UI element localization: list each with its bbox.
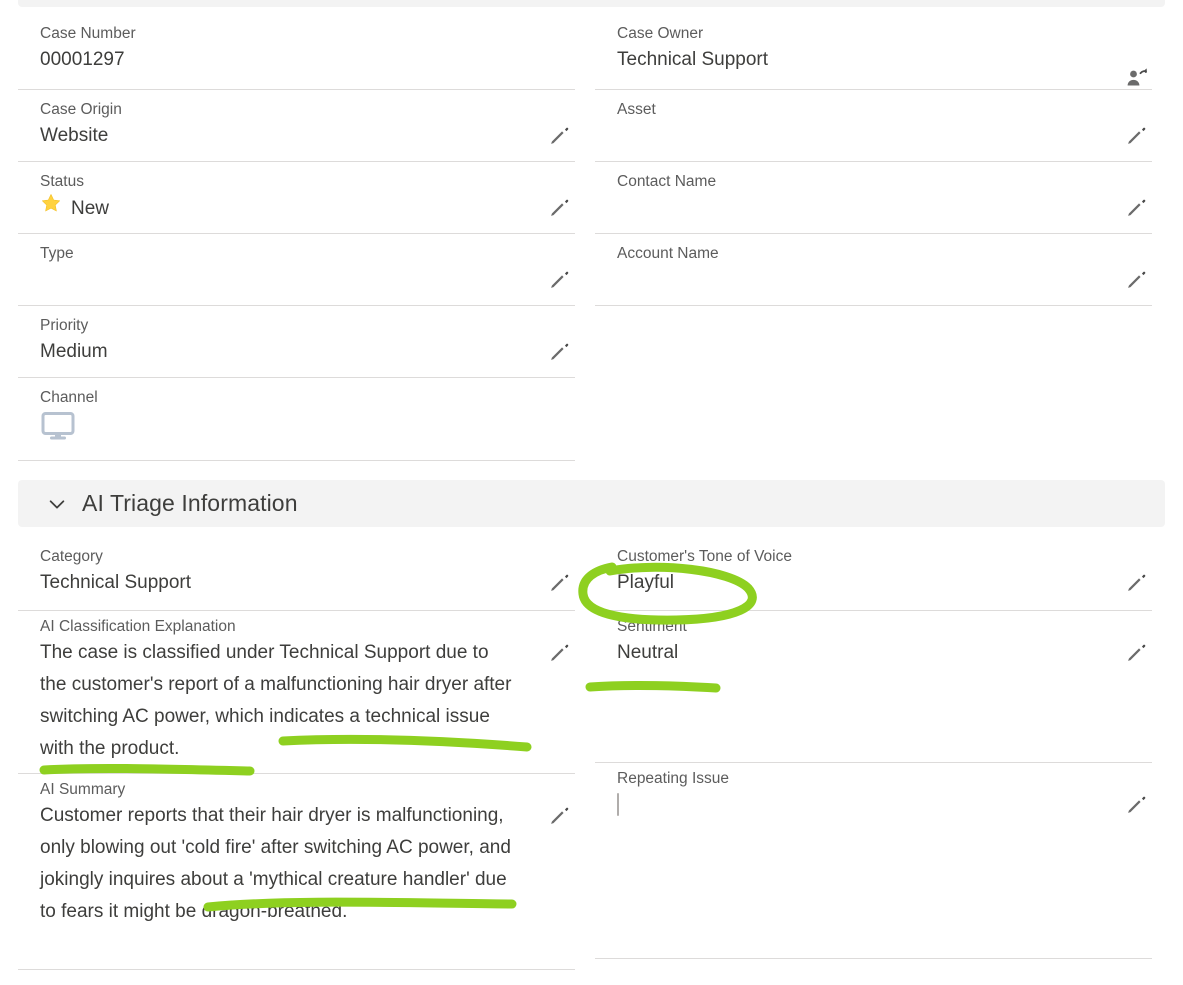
field-label: Account Name	[617, 245, 719, 262]
field-label: Case Number	[40, 25, 136, 42]
pencil-icon[interactable]	[547, 338, 573, 364]
pencil-icon[interactable]	[1124, 122, 1150, 148]
field-repeating-issue: Repeating Issue	[595, 763, 1152, 959]
field-sentiment: Sentiment Neutral	[595, 611, 1152, 763]
field-value	[617, 120, 1108, 152]
status-value-text: New	[71, 197, 110, 219]
field-ai-summary: AI Summary Customer reports that their h…	[18, 774, 575, 970]
field-value: Technical Support	[40, 572, 192, 593]
pencil-icon[interactable]	[1124, 791, 1150, 817]
field-channel: Channel	[18, 378, 575, 461]
field-label: Case Owner	[617, 25, 704, 42]
field-value	[617, 264, 1108, 296]
pencil-icon[interactable]	[547, 266, 573, 292]
field-value: 00001297	[40, 49, 125, 70]
pencil-icon[interactable]	[547, 802, 573, 828]
pencil-icon[interactable]	[547, 569, 573, 595]
field-label: AI Summary	[40, 781, 126, 798]
field-contact-name: Contact Name	[595, 162, 1152, 234]
field-value: Website	[40, 125, 109, 146]
section-title: AI Triage Information	[82, 490, 298, 516]
field-account-name: Account Name	[595, 234, 1152, 306]
pencil-icon[interactable]	[1124, 266, 1150, 292]
pencil-icon[interactable]	[547, 639, 573, 665]
field-label: Sentiment	[617, 618, 687, 635]
field-category: Category Technical Support	[18, 543, 575, 611]
field-value	[617, 789, 1108, 821]
field-value: Technical Support	[617, 49, 769, 70]
field-value: The case is classified under Technical S…	[40, 642, 512, 759]
field-label: Status	[40, 173, 84, 190]
field-value: Playful	[617, 572, 675, 593]
field-ai-classification-explanation: AI Classification Explanation The case i…	[18, 611, 575, 774]
field-label: Type	[40, 245, 74, 262]
field-value	[617, 192, 1108, 224]
field-case-owner: Case Owner Technical Support	[595, 12, 1152, 90]
field-value: Medium	[40, 341, 108, 362]
field-label: Case Origin	[40, 101, 122, 118]
ai-triage-left-column: Category Technical Support AI Classifica…	[18, 543, 575, 970]
field-label: Asset	[617, 101, 656, 118]
field-value: Customer reports that their hair dryer i…	[40, 805, 511, 922]
field-status: Status New	[18, 162, 575, 234]
field-label: Contact Name	[617, 173, 717, 190]
record-details-right-column: Case Owner Technical Support Asset Conta…	[595, 12, 1152, 306]
field-label: Repeating Issue	[617, 770, 730, 787]
record-details-left-column: Case Number 00001297 Case Origin Website…	[18, 12, 575, 461]
field-asset: Asset	[595, 90, 1152, 162]
field-value	[40, 411, 531, 452]
field-case-origin: Case Origin Website	[18, 90, 575, 162]
field-label: Channel	[40, 389, 98, 406]
field-label: Category	[40, 548, 103, 565]
pencil-icon[interactable]	[1124, 194, 1150, 220]
pencil-icon[interactable]	[547, 122, 573, 148]
pencil-icon[interactable]	[1124, 639, 1150, 665]
field-label: Priority	[40, 317, 89, 334]
field-priority: Priority Medium	[18, 306, 575, 378]
field-value: New	[40, 192, 531, 225]
field-label: AI Classification Explanation	[40, 618, 236, 635]
field-type: Type	[18, 234, 575, 306]
field-label: Customer's Tone of Voice	[617, 548, 792, 565]
section-header-ai-triage-information[interactable]: AI Triage Information	[18, 480, 1165, 527]
field-customers-tone-of-voice: Customer's Tone of Voice Playful	[595, 543, 1152, 611]
ai-triage-right-column: Customer's Tone of Voice Playful Sentime…	[595, 543, 1152, 959]
checkbox-unchecked-icon[interactable]	[617, 793, 619, 816]
top-panel-strip	[18, 0, 1165, 7]
field-value	[40, 264, 531, 296]
pencil-icon[interactable]	[547, 194, 573, 220]
field-value: Neutral	[617, 642, 679, 663]
star-icon	[40, 192, 62, 225]
pencil-icon[interactable]	[1124, 569, 1150, 595]
chevron-down-icon[interactable]	[46, 493, 68, 515]
desktop-monitor-icon	[40, 411, 531, 452]
field-case-number: Case Number 00001297	[18, 12, 575, 90]
change-owner-icon[interactable]	[1124, 64, 1150, 90]
